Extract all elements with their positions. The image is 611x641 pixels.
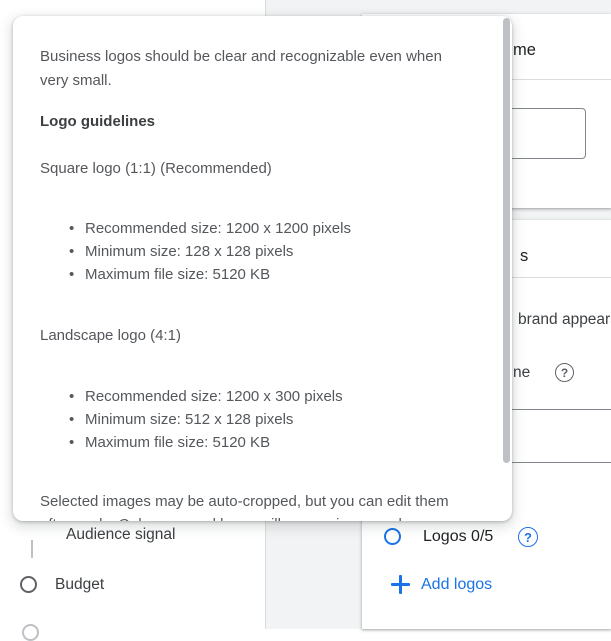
logos-count-label: Logos 0/5 <box>423 528 493 546</box>
guideline-item: • Minimum size: 512 x 128 pixels <box>69 408 343 431</box>
guideline-item: • Maximum file size: 5120 KB <box>69 431 343 454</box>
guideline-item: • Recommended size: 1200 x 1200 pixels <box>69 217 351 240</box>
next-step-radio-icon <box>22 624 39 641</box>
business-name-label-fragment: ne <box>513 364 530 382</box>
brand-description-fragment: brand appears <box>518 311 611 329</box>
add-logos-label: Add logos <box>421 575 492 594</box>
sidebar-item-budget[interactable]: Budget <box>55 577 104 593</box>
question-mark-glyph: ? <box>524 530 532 545</box>
step-connector-line <box>31 540 33 558</box>
bullet-icon: • <box>69 263 74 286</box>
tooltip-footer-line: Selected images may be auto-cropped, but… <box>40 492 449 511</box>
tooltip-scrollbar-thumb[interactable] <box>503 18 510 463</box>
landscape-logo-section-title: Landscape logo (4:1) <box>40 326 181 345</box>
guideline-item: • Maximum file size: 5120 KB <box>69 263 351 286</box>
help-icon[interactable]: ? <box>555 363 574 382</box>
landscape-logo-guidelines-list: • Recommended size: 1200 x 300 pixels • … <box>69 385 343 454</box>
tooltip-paragraph-line: Business logos should be clear and recog… <box>40 47 442 66</box>
bullet-icon: • <box>69 240 74 263</box>
page-background-top-strip <box>266 0 611 14</box>
add-logos-button[interactable]: Add logos <box>391 575 492 594</box>
tooltip-paragraph-line: very small. <box>40 71 112 90</box>
card2-heading-fragment: s <box>520 247 528 265</box>
guideline-item: • Recommended size: 1200 x 300 pixels <box>69 385 343 408</box>
square-logo-section-title: Square logo (1:1) (Recommended) <box>40 159 272 178</box>
text-input[interactable] <box>504 108 586 159</box>
logo-guidelines-tooltip: Business logos should be clear and recog… <box>13 16 512 521</box>
budget-step-radio-icon[interactable] <box>20 576 37 593</box>
text-input[interactable] <box>500 409 611 463</box>
logos-status-radio-icon <box>384 528 401 545</box>
card1-heading-fragment: me <box>513 41 536 59</box>
guideline-item: • Minimum size: 128 x 128 pixels <box>69 240 351 263</box>
bullet-icon: • <box>69 408 74 431</box>
tooltip-footer-line: afterwards. Only approved logos will app… <box>40 515 409 521</box>
bullet-icon: • <box>69 385 74 408</box>
add-icon <box>391 575 410 594</box>
logos-help-icon[interactable]: ? <box>518 527 538 547</box>
question-mark-glyph: ? <box>561 366 568 380</box>
square-logo-guidelines-list: • Recommended size: 1200 x 1200 pixels •… <box>69 217 351 286</box>
bullet-icon: • <box>69 431 74 454</box>
bullet-icon: • <box>69 217 74 240</box>
tooltip-guidelines-heading: Logo guidelines <box>40 112 155 131</box>
sidebar-item-audience-signal[interactable]: Audience signal <box>66 527 175 543</box>
